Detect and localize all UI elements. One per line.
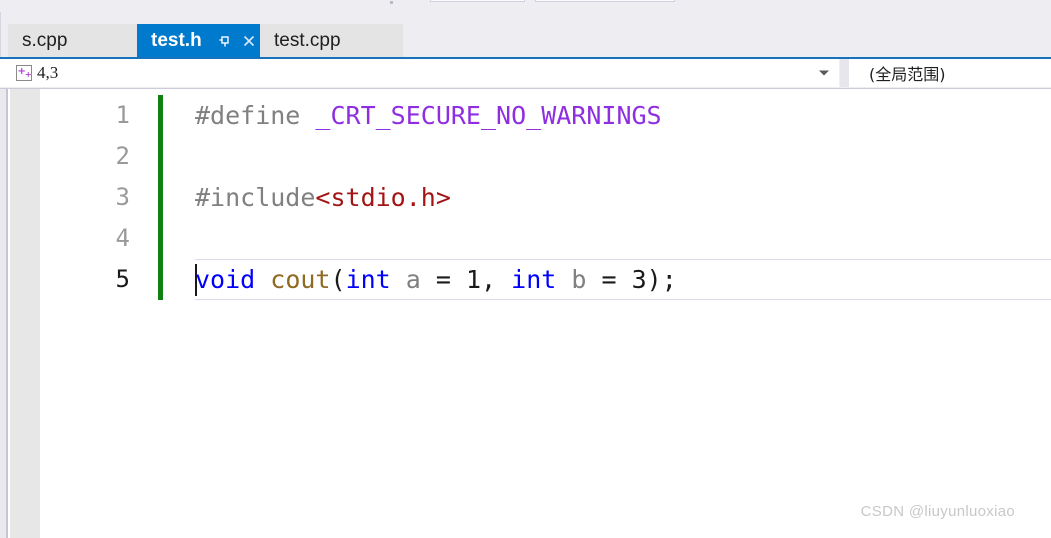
tab-actions: [214, 30, 260, 52]
change-indicator-bar: [158, 95, 163, 136]
toolbar-separator-dot: [390, 1, 393, 4]
code-line-text: #include<stdio.h>: [195, 177, 451, 218]
code-line-text: void cout(int a = 1, int b = 3);: [195, 259, 677, 300]
tab-label: s.cpp: [22, 30, 68, 51]
code-line-2[interactable]: 2: [40, 136, 1051, 177]
code-surface[interactable]: 1 #define _CRT_SECURE_NO_WARNINGS 2 3 #inclu…: [40, 89, 1051, 538]
cpp-file-icon: ++: [16, 65, 32, 81]
code-token-kw: int: [511, 265, 557, 294]
code-token-kw: int: [345, 265, 391, 294]
line-number: 2: [115, 142, 130, 170]
editor-left-edge: [0, 89, 8, 538]
code-line-3[interactable]: 3 #include<stdio.h>: [40, 177, 1051, 218]
code-token-pre: #include: [195, 183, 316, 212]
change-indicator-bar: [158, 218, 163, 259]
code-token-var: a: [405, 265, 421, 294]
code-token-macro: _CRT_SECURE_NO_WARNINGS: [315, 101, 662, 130]
pin-icon[interactable]: [214, 30, 236, 52]
scope-dropdown[interactable]: (全局范围): [849, 59, 1051, 87]
close-icon[interactable]: [238, 30, 260, 52]
tab-s-cpp[interactable]: s.cpp: [8, 24, 137, 57]
code-token-plain: = 1,: [420, 265, 512, 294]
editor-selection-margin[interactable]: [10, 89, 40, 538]
change-indicator-bar: [158, 136, 163, 177]
watermark: CSDN @liuyunluoxiao: [860, 503, 1015, 520]
tab-label: test.h: [151, 30, 202, 51]
line-number: 4: [115, 224, 130, 252]
code-token-plain: = 3);: [586, 265, 677, 294]
change-indicator-bar: [158, 259, 163, 300]
tab-bar-left-edge: [0, 12, 8, 57]
code-line-5[interactable]: 5 void cout(int a = 1, int b = 3);: [40, 259, 1051, 300]
code-line-text: #define _CRT_SECURE_NO_WARNINGS: [195, 95, 662, 136]
editor-navigation-bar: ++ 4,3 (全局范围): [0, 57, 1051, 87]
code-token-pre: #define: [195, 101, 316, 130]
tab-test-h[interactable]: test.h: [137, 24, 260, 57]
code-token-plain: (: [330, 265, 346, 294]
code-token-str: <stdio.h>: [315, 183, 451, 212]
project-dropdown-value: 4,3: [37, 63, 59, 82]
code-token-fn: cout: [270, 265, 331, 294]
line-number: 1: [115, 101, 130, 129]
visual-studio-editor-window: s.cpp test.h test.cpp ++ 4,3 (全局范围) 1 #d…: [0, 0, 1051, 538]
code-token-kw: void: [195, 265, 256, 294]
scope-dropdown-value: (全局范围): [869, 65, 946, 84]
editor-tab-bar: s.cpp test.h test.cpp: [0, 12, 1051, 57]
tab-test-cpp[interactable]: test.cpp: [260, 24, 403, 57]
line-number: 3: [115, 183, 130, 211]
tab-label: test.cpp: [274, 30, 341, 51]
project-dropdown[interactable]: ++ 4,3: [0, 59, 840, 87]
navbar-divider: [840, 59, 849, 87]
code-line-1[interactable]: 1 #define _CRT_SECURE_NO_WARNINGS: [40, 95, 1051, 136]
toolbar-combobox-1[interactable]: [430, 0, 525, 2]
code-line-4[interactable]: 4: [40, 218, 1051, 259]
code-editor[interactable]: 1 #define _CRT_SECURE_NO_WARNINGS 2 3 #inclu…: [0, 88, 1051, 538]
chevron-down-icon[interactable]: [819, 70, 829, 76]
line-number: 5: [115, 265, 130, 293]
toolbar-combobox-2[interactable]: [535, 0, 675, 2]
change-indicator-bar: [158, 177, 163, 218]
toolbar-strip-cutoff: [0, 0, 1051, 12]
code-token-var: b: [571, 265, 587, 294]
